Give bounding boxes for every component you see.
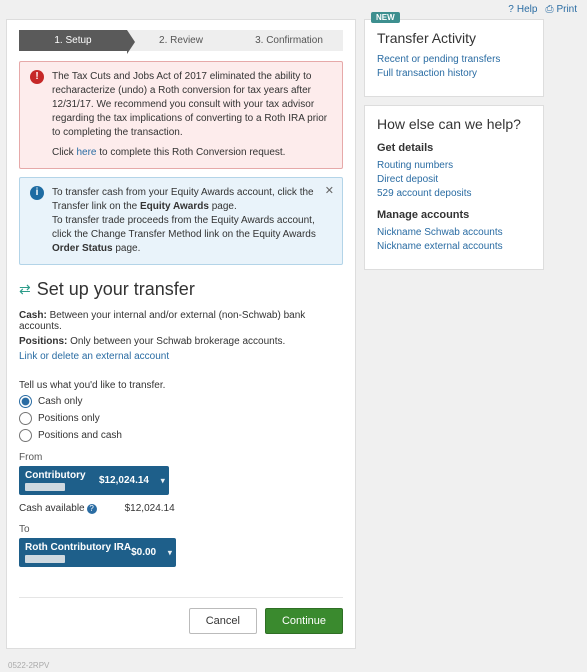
main-panel: 1. Setup 2. Review 3. Confirmation ! The…: [6, 19, 356, 649]
link-external-account[interactable]: Link or delete an external account: [19, 351, 343, 362]
step-setup: 1. Setup: [19, 30, 127, 51]
new-badge: NEW: [371, 12, 400, 23]
chevron-down-icon: ▾: [168, 547, 173, 558]
print-icon: ⎙: [545, 4, 553, 15]
roth-conversion-link[interactable]: here: [76, 147, 96, 158]
cash-available-label: Cash available?: [19, 503, 97, 514]
from-account-name: Contributory: [25, 470, 86, 481]
opt-cash-only[interactable]: Cash only: [19, 395, 343, 408]
full-history-link[interactable]: Full transaction history: [377, 68, 531, 79]
alert-tax-warning: ! The Tax Cuts and Jobs Act of 2017 elim…: [19, 61, 343, 169]
action-buttons: Cancel Continue: [19, 597, 343, 634]
to-account-number-mask: [25, 555, 65, 563]
direct-deposit-link[interactable]: Direct deposit: [377, 174, 531, 185]
step-confirmation[interactable]: 3. Confirmation: [235, 30, 343, 51]
transfer-icon: ⇄: [19, 281, 31, 298]
from-label: From: [19, 452, 343, 463]
radio-positions[interactable]: [19, 412, 32, 425]
activity-title: Transfer Activity: [377, 30, 531, 46]
from-account-amount: $12,024.14: [99, 475, 163, 486]
help-label: Help: [517, 4, 538, 15]
opt-positions-and-cash[interactable]: Positions and cash: [19, 429, 343, 442]
desc-positions: Positions: Only between your Schwab brok…: [19, 336, 343, 347]
continue-button[interactable]: Continue: [265, 608, 343, 634]
recent-transfers-link[interactable]: Recent or pending transfers: [377, 54, 531, 65]
print-label: Print: [556, 4, 577, 15]
get-details-heading: Get details: [377, 142, 531, 154]
cancel-button[interactable]: Cancel: [189, 608, 257, 634]
info-icon: i: [30, 186, 44, 200]
from-account-select[interactable]: Contributory $12,024.14 ▾: [19, 466, 169, 495]
to-account-select[interactable]: Roth Contributory IRA $0.00 ▾: [19, 538, 176, 567]
nickname-schwab-link[interactable]: Nickname Schwab accounts: [377, 227, 531, 238]
help-icon: ?: [508, 4, 514, 15]
help-icon[interactable]: ?: [87, 504, 97, 514]
radio-cash[interactable]: [19, 395, 32, 408]
from-account-number-mask: [25, 483, 65, 491]
manage-accounts-heading: Manage accounts: [377, 209, 531, 221]
transfer-prompt: Tell us what you'd like to transfer.: [19, 380, 343, 391]
to-account-name: Roth Contributory IRA: [25, 542, 131, 553]
top-utility-bar: ?Help ⎙Print: [0, 0, 587, 19]
chevron-down-icon: ▾: [160, 475, 165, 486]
print-link[interactable]: ⎙Print: [545, 4, 577, 15]
alert-body: The Tax Cuts and Jobs Act of 2017 elimin…: [52, 70, 332, 140]
footer-code: 0522-2RPV: [0, 659, 587, 672]
help-link[interactable]: ?Help: [508, 4, 537, 15]
to-account-amount: $0.00: [131, 547, 170, 558]
transfer-activity-card: NEW Transfer Activity Recent or pending …: [364, 19, 544, 97]
help-card: How else can we help? Get details Routin…: [364, 105, 544, 270]
nickname-external-link[interactable]: Nickname external accounts: [377, 241, 531, 252]
to-label: To: [19, 524, 343, 535]
wizard-steps: 1. Setup 2. Review 3. Confirmation: [19, 30, 343, 51]
radio-both[interactable]: [19, 429, 32, 442]
close-icon[interactable]: ✕: [325, 184, 334, 199]
help-title: How else can we help?: [377, 116, 531, 132]
cash-available-amount: $12,024.14: [125, 503, 175, 514]
529-deposits-link[interactable]: 529 account deposits: [377, 188, 531, 199]
step-review[interactable]: 2. Review: [127, 30, 235, 51]
error-icon: !: [30, 70, 44, 84]
routing-numbers-link[interactable]: Routing numbers: [377, 160, 531, 171]
alert-equity-info: i To transfer cash from your Equity Awar…: [19, 177, 343, 265]
page-title: ⇄ Set up your transfer: [19, 279, 343, 300]
desc-cash: Cash: Between your internal and/or exter…: [19, 310, 343, 332]
opt-positions-only[interactable]: Positions only: [19, 412, 343, 425]
page-title-text: Set up your transfer: [37, 279, 195, 300]
